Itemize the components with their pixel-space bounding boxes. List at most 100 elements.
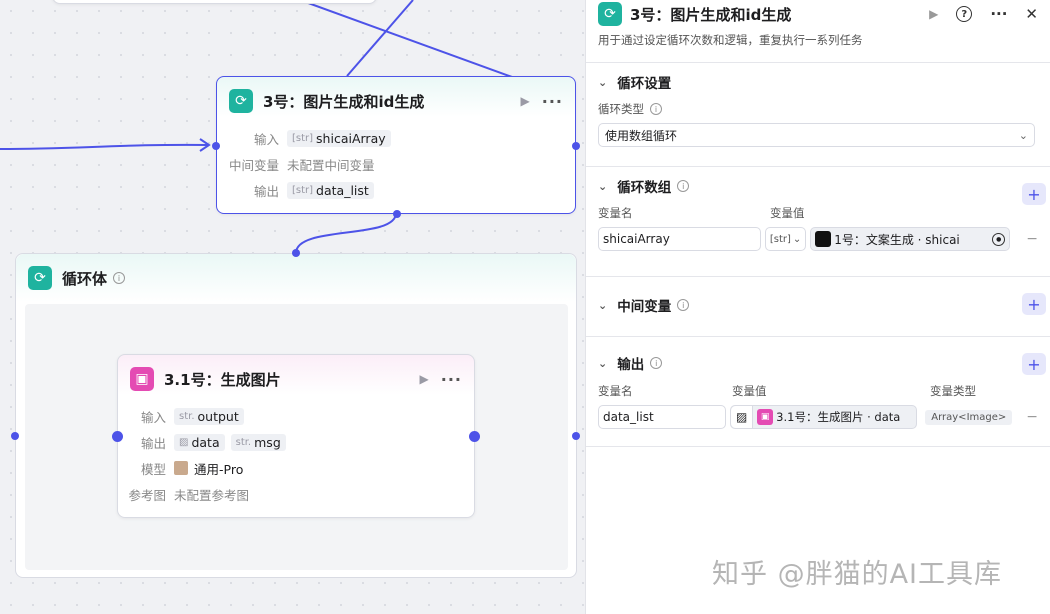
add-middle-var-button[interactable]: + (1022, 293, 1046, 315)
input-label: 输入 (253, 131, 279, 147)
info-icon[interactable]: i (677, 299, 690, 311)
input-value: shicaiArray (316, 130, 386, 146)
info-icon[interactable]: i (650, 357, 663, 369)
image-gen-in-port[interactable] (112, 431, 123, 442)
output-type-badge: Array<Image> (925, 409, 1013, 425)
remove-icon[interactable]: − (1026, 231, 1038, 247)
output-value: data (191, 434, 220, 450)
var-ref-select[interactable]: 1号：文案生成 · shicai ● (810, 227, 1011, 251)
mid-label: 中间变量 (228, 157, 279, 173)
col-var-name: 变量名 (598, 384, 633, 398)
col-var-value: 变量值 (732, 384, 767, 398)
image-gen-output-row: 输出 ▨ data str. msg (118, 429, 474, 455)
loop-node-title: 3号：图片生成和id生成 (263, 92, 425, 111)
array-type-icon: [str] (292, 132, 314, 144)
loop-body-in-port[interactable] (11, 432, 19, 440)
model-value: 通用-Pro (194, 461, 244, 477)
output-tag: [str] data_list (287, 181, 374, 199)
var-type-value: [str] (769, 233, 791, 245)
loop-node-out-port[interactable] (572, 142, 580, 150)
panel-description: 用于通过设定循环次数和逻辑，重复执行一系列任务 (598, 33, 863, 47)
chevron-down-icon: ⌄ (598, 356, 608, 370)
loop-node-input-row: 输入 [str] shicaiArray (217, 125, 575, 151)
run-icon[interactable]: ▶ (521, 94, 530, 108)
section-title: 中间变量 (617, 299, 672, 315)
loop-node-in-port[interactable] (212, 142, 220, 150)
loop-type-value: 使用数组循环 (605, 128, 678, 143)
var-ref-value: 1号：文案生成 · shicai (834, 232, 960, 247)
model-avatar (174, 461, 188, 475)
loop-node-header: ⟳ 3号：图片生成和id生成 ▶ ··· (217, 77, 575, 125)
input-tag: [str] shicaiArray (287, 129, 391, 147)
add-loop-array-button[interactable]: + (1022, 183, 1046, 205)
col-var-type: 变量类型 (930, 384, 976, 398)
string-type-icon: str. (179, 410, 195, 422)
upstream-node-partial[interactable] (52, 0, 377, 4)
mid-value: 未配置中间变量 (287, 157, 375, 173)
loop-body-header: ⟳ 循环体 i (16, 254, 576, 302)
input-tag: str. output (174, 407, 244, 425)
image-gen-out-port[interactable] (469, 431, 480, 442)
image-gen-input-row: 输入 str. output (118, 403, 474, 429)
var-type-select[interactable]: [str] ⌄ (764, 227, 807, 251)
loop-body-out-port[interactable] (572, 432, 580, 440)
target-icon[interactable]: ● (992, 232, 1006, 246)
image-gen-node[interactable]: ▣ 3.1号：生成图片 ▶ ··· 输入 str. output 输出 ▨ data… (112, 354, 480, 518)
more-icon[interactable]: ··· (441, 370, 462, 389)
loop-icon: ⟳ (598, 2, 622, 26)
more-icon[interactable]: ··· (990, 5, 1007, 23)
loop-node-bottom-port[interactable] (393, 210, 401, 218)
output-header[interactable]: ⌄ 输出 i (598, 337, 1038, 389)
loop-node[interactable]: ⟳ 3号：图片生成和id生成 ▶ ··· 输入 [str] shicaiArray… (212, 76, 580, 218)
run-icon[interactable]: ▶ (420, 372, 429, 386)
section-title: 输出 (617, 357, 645, 373)
help-icon[interactable]: ? (956, 6, 973, 22)
input-label: 输入 (140, 409, 166, 425)
image-gen-model-row: 模型 通用-Pro (118, 455, 474, 481)
output-var-name-input[interactable]: data_list (598, 405, 727, 429)
col-var-name: 变量名 (598, 206, 633, 220)
loop-icon: ⟳ (229, 89, 253, 113)
middle-vars-header[interactable]: ⌄ 中间变量 i (598, 277, 1038, 333)
middle-vars-section: ⌄ 中间变量 i + (586, 276, 1050, 336)
info-icon[interactable]: i (113, 272, 126, 284)
output-value: msg (254, 434, 281, 450)
image-gen-header: ▣ 3.1号：生成图片 ▶ ··· (118, 355, 474, 403)
panel-header: ⟳ 3号：图片生成和id生成 ▶ ? ··· ✕ (586, 0, 1050, 28)
loop-settings-section: ⌄ 循环设置 循环类型 i 使用数组循环 ⌄ (586, 62, 1050, 166)
llm-avatar-icon (815, 231, 832, 247)
image-gen-ref-row: 参考图 未配置参考图 (118, 481, 474, 507)
loop-var-name-input[interactable]: shicaiArray (598, 227, 761, 251)
loop-settings-header[interactable]: ⌄ 循环设置 (598, 63, 1038, 101)
loop-body-top-port[interactable] (292, 249, 300, 257)
info-icon[interactable]: i (650, 103, 662, 115)
output-var-ref-value: 3.1号：生成图片 · data (776, 410, 901, 424)
chevron-down-icon: ⌄ (598, 179, 608, 193)
output-var-ref-select[interactable]: ▨ ▣ 3.1号：生成图片 · data (730, 405, 918, 429)
array-type-icon: [str] (292, 184, 314, 196)
remove-icon[interactable]: − (1026, 409, 1038, 425)
section-title: 循环数组 (617, 180, 672, 196)
image-type-icon: ▨ (731, 406, 754, 428)
close-icon[interactable]: ✕ (1025, 5, 1038, 23)
info-icon[interactable]: i (677, 180, 690, 192)
loop-type-select[interactable]: 使用数组循环 ⌄ (598, 123, 1035, 147)
ref-value: 未配置参考图 (174, 487, 250, 503)
output-label: 输出 (253, 183, 279, 199)
image-gen-title: 3.1号：生成图片 (164, 370, 281, 389)
chevron-down-icon: ⌄ (1018, 128, 1028, 142)
loop-icon: ⟳ (28, 266, 52, 290)
more-icon[interactable]: ··· (542, 92, 563, 111)
ref-label: 参考图 (128, 487, 166, 503)
output-label: 输出 (140, 435, 166, 451)
chevron-down-icon: ⌄ (598, 75, 608, 89)
model-label: 模型 (140, 461, 166, 477)
image-icon: ▣ (130, 367, 154, 391)
add-output-button[interactable]: + (1022, 353, 1046, 375)
loop-array-header[interactable]: ⌄ 循环数组 i (598, 167, 1038, 205)
chevron-down-icon: ⌄ (598, 298, 608, 312)
chevron-down-icon: ⌄ (792, 233, 802, 245)
run-icon[interactable]: ▶ (929, 7, 938, 21)
workflow-canvas[interactable]: ⟳ 3号：图片生成和id生成 ▶ ··· 输入 [str] shicaiArray… (0, 0, 585, 614)
output-value: data_list (316, 182, 369, 198)
